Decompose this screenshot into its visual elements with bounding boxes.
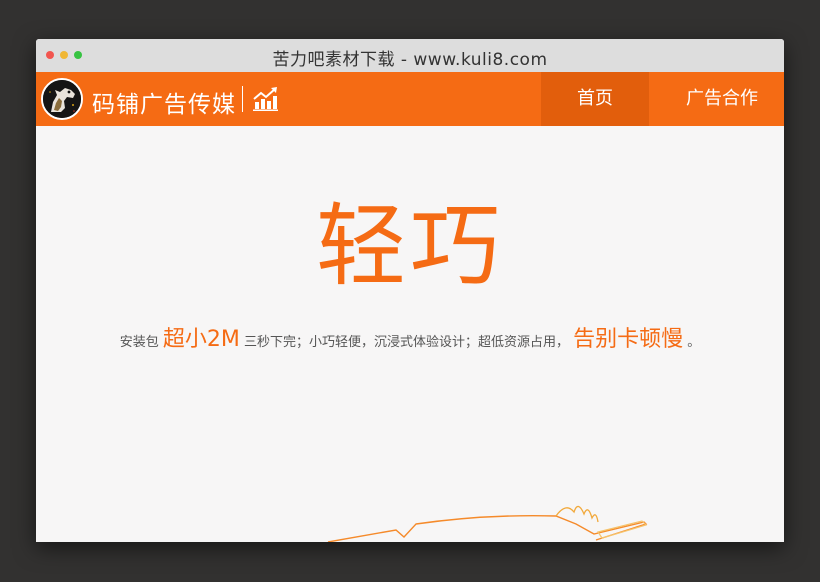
desc-text-end: 。	[687, 335, 701, 350]
title-bar: 苦力吧素材下载 - www.kuli8.com	[36, 39, 784, 73]
brand-logo[interactable]	[41, 78, 83, 120]
bar-chart-trend-icon	[253, 87, 278, 111]
desc-highlight-size: 超小2M	[162, 327, 240, 352]
nav-item-home[interactable]: 首页	[541, 72, 649, 126]
desc-text-package: 安装包	[119, 335, 159, 350]
nav-item-ad-cooperation[interactable]: 广告合作	[670, 72, 774, 126]
top-navbar: 码铺广告传媒 首页 广告合作	[36, 72, 784, 126]
browser-window: 苦力吧素材下载 - www.kuli8.com 码铺广告传媒 首页 广告合作 轻…	[36, 39, 784, 542]
decorative-line-art	[327, 505, 648, 542]
hero-title: 轻巧	[316, 194, 504, 299]
brand-name[interactable]: 码铺广告传媒	[92, 85, 236, 119]
window-title: 苦力吧素材下载 - www.kuli8.com	[272, 50, 548, 70]
brand-divider	[242, 86, 243, 112]
hero-description: 安装包 超小2M 三秒下完；小巧轻便，沉浸式体验设计；超低资源占用， 告别卡顿慢…	[36, 321, 784, 353]
horse-head-logo-icon	[43, 80, 81, 118]
desc-text-features: 三秒下完；小巧轻便，沉浸式体验设计；超低资源占用，	[243, 335, 569, 350]
desc-highlight-smooth: 告别卡顿慢	[573, 327, 684, 352]
